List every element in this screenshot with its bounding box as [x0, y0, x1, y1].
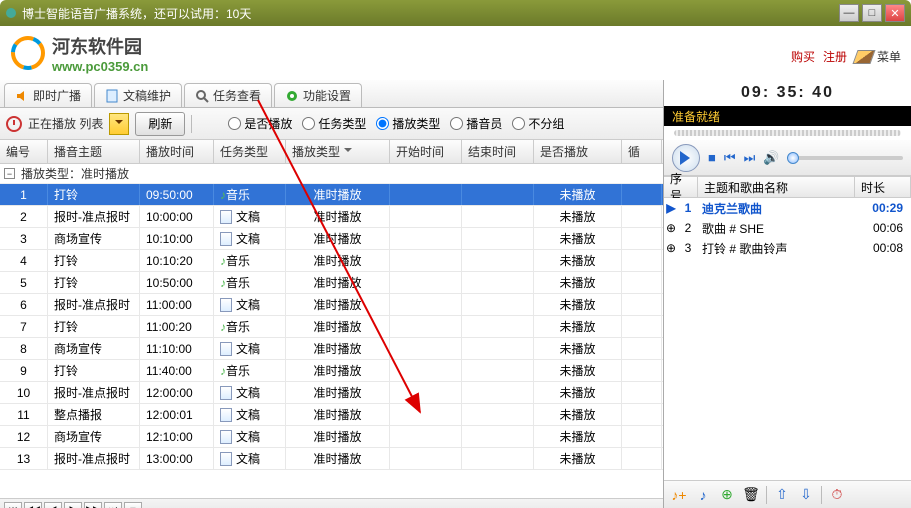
col-playtime[interactable]: 播放时间	[140, 140, 214, 163]
play-button[interactable]	[672, 144, 700, 172]
tab-document-maint[interactable]: 文稿维护	[94, 83, 182, 107]
table-row[interactable]: 10报时-准点报时12:00:00文稿准时播放未播放	[0, 382, 663, 404]
progress-bar[interactable]	[664, 126, 911, 140]
plcol-duration[interactable]: 时长	[855, 177, 911, 197]
playlist-body: ▶1迪克兰歌曲00:29⊕2歌曲 # SHE00:06⊕3打铃 # 歌曲铃声00…	[664, 198, 911, 480]
table-row[interactable]: 7打铃11:00:20♪ 音乐准时播放未播放	[0, 316, 663, 338]
app-icon	[6, 8, 16, 18]
logo-bar: 河东软件园 www.pc0359.cn 购买 注册 菜单	[0, 26, 911, 80]
table-row[interactable]: 1打铃09:50:00♪ 音乐准时播放未播放	[0, 184, 663, 206]
group-row[interactable]: −播放类型：准时播放	[0, 164, 663, 184]
tab-task-view[interactable]: 任务查看	[184, 83, 272, 107]
list-dropdown-button[interactable]	[109, 113, 129, 135]
schedule-button[interactable]: ⏱	[828, 486, 846, 504]
volume-icon[interactable]: 🔊	[763, 150, 779, 166]
plcol-name[interactable]: 主题和歌曲名称	[698, 177, 855, 197]
table-row[interactable]: 6报时-准点报时11:00:00文稿准时播放未播放	[0, 294, 663, 316]
pencil-icon	[852, 50, 875, 64]
col-playtype[interactable]: 播放类型	[286, 140, 390, 163]
nav-next-button[interactable]: ▶	[64, 502, 82, 508]
sort-indicator-icon	[344, 148, 352, 156]
document-icon	[105, 89, 119, 103]
nav-nextpage-button[interactable]: ▶▶	[84, 502, 102, 508]
add-item-button[interactable]: ⊕	[718, 486, 736, 504]
move-up-button[interactable]: ⇧	[773, 486, 791, 504]
table-row[interactable]: 13报时-准点报时13:00:00文稿准时播放未播放	[0, 448, 663, 470]
gear-icon	[285, 89, 299, 103]
radio-1[interactable]: 任务类型	[302, 115, 366, 132]
table-row[interactable]: 5打铃10:50:00♪ 音乐准时播放未播放	[0, 272, 663, 294]
playlist-toolbar: ♪+ ♪ ⊕ 🗑 ⇧ ⇩ ⏱	[664, 480, 911, 508]
col-topic[interactable]: 播音主题	[48, 140, 140, 163]
clock-icon	[6, 116, 22, 132]
buy-link[interactable]: 购买	[791, 48, 815, 65]
now-playing-label: 正在播放 列表	[28, 115, 103, 132]
separator	[766, 486, 767, 504]
tab-instant-broadcast[interactable]: 即时广播	[4, 83, 92, 107]
playlist-row[interactable]: ⊕2歌曲 # SHE00:06	[664, 218, 911, 238]
col-number[interactable]: 编号	[0, 140, 48, 163]
table-row[interactable]: 3商场宣传10:10:00文稿准时播放未播放	[0, 228, 663, 250]
table-row[interactable]: 9打铃11:40:00♪ 音乐准时播放未播放	[0, 360, 663, 382]
prev-track-button[interactable]: ⏮	[724, 150, 736, 166]
collapse-icon[interactable]: −	[4, 168, 15, 179]
toolbar: 正在播放 列表 刷新 是否播放任务类型播放类型播音员不分组	[0, 108, 663, 140]
radio-0[interactable]: 是否播放	[228, 115, 292, 132]
close-button[interactable]: ✕	[885, 4, 905, 22]
tab-settings[interactable]: 功能设置	[274, 83, 362, 107]
delete-button[interactable]: 🗑	[742, 486, 760, 504]
minimize-button[interactable]: —	[839, 4, 859, 22]
separator	[191, 115, 192, 133]
radio-3[interactable]: 播音员	[450, 115, 502, 132]
speaker-icon	[15, 89, 29, 103]
player-controls: ■ ⏮ ⏭ 🔊	[664, 140, 911, 176]
grid-navigator: ⏮ ◀◀ ◀ ▶ ▶▶ ⏭ ▼	[0, 498, 663, 508]
tab-bar: 即时广播 文稿维护 任务查看 功能设置	[0, 80, 663, 108]
col-endtime[interactable]: 结束时间	[462, 140, 534, 163]
clock-display: 09: 35: 40	[664, 80, 911, 106]
nav-last-button[interactable]: ⏭	[104, 502, 122, 508]
playlist-header: 序号 主题和歌曲名称 时长	[664, 176, 911, 198]
refresh-button[interactable]: 刷新	[135, 112, 185, 136]
nav-filter-button[interactable]: ▼	[124, 502, 142, 508]
site-name: 河东软件园	[52, 33, 148, 59]
search-icon	[195, 89, 209, 103]
playlist-row[interactable]: ⊕3打铃 # 歌曲铃声00:08	[664, 238, 911, 258]
next-track-button[interactable]: ⏭	[744, 150, 756, 166]
col-isplay[interactable]: 是否播放	[534, 140, 622, 163]
table-row[interactable]: 2报时-准点报时10:00:00文稿准时播放未播放	[0, 206, 663, 228]
add-doc-button[interactable]: ♪	[694, 486, 712, 504]
player-status: 准备就绪	[664, 106, 911, 126]
task-grid: 编号 播音主题 播放时间 任务类型 播放类型 开始时间 结束时间 是否播放 循 …	[0, 140, 663, 508]
separator	[821, 486, 822, 504]
move-down-button[interactable]: ⇩	[797, 486, 815, 504]
maximize-button[interactable]: □	[862, 4, 882, 22]
radio-2[interactable]: 播放类型	[376, 115, 440, 132]
register-link[interactable]: 注册	[823, 48, 847, 65]
nav-prev-button[interactable]: ◀	[44, 502, 62, 508]
site-logo-icon	[10, 35, 46, 71]
col-tasktype[interactable]: 任务类型	[214, 140, 286, 163]
table-row[interactable]: 11整点播报12:00:01文稿准时播放未播放	[0, 404, 663, 426]
nav-first-button[interactable]: ⏮	[4, 502, 22, 508]
site-url: www.pc0359.cn	[52, 59, 148, 74]
stop-button[interactable]: ■	[708, 150, 716, 165]
nav-prevpage-button[interactable]: ◀◀	[24, 502, 42, 508]
table-row[interactable]: 4打铃10:10:20♪ 音乐准时播放未播放	[0, 250, 663, 272]
volume-slider[interactable]	[787, 156, 903, 160]
titlebar: 博士智能语音广播系统，还可以试用：10天 — □ ✕	[0, 0, 911, 26]
table-row[interactable]: 8商场宣传11:10:00文稿准时播放未播放	[0, 338, 663, 360]
grid-header: 编号 播音主题 播放时间 任务类型 播放类型 开始时间 结束时间 是否播放 循	[0, 140, 663, 164]
playlist-row[interactable]: ▶1迪克兰歌曲00:29	[664, 198, 911, 218]
plcol-number[interactable]: 序号	[664, 177, 698, 197]
window-title: 博士智能语音广播系统，还可以试用：10天	[22, 5, 839, 22]
radio-4[interactable]: 不分组	[512, 115, 564, 132]
table-row[interactable]: 12商场宣传12:10:00文稿准时播放未播放	[0, 426, 663, 448]
col-repeat[interactable]: 循	[622, 140, 662, 163]
col-starttime[interactable]: 开始时间	[390, 140, 462, 163]
add-music-button[interactable]: ♪+	[670, 486, 688, 504]
menu-button[interactable]: 菜单	[855, 48, 901, 65]
